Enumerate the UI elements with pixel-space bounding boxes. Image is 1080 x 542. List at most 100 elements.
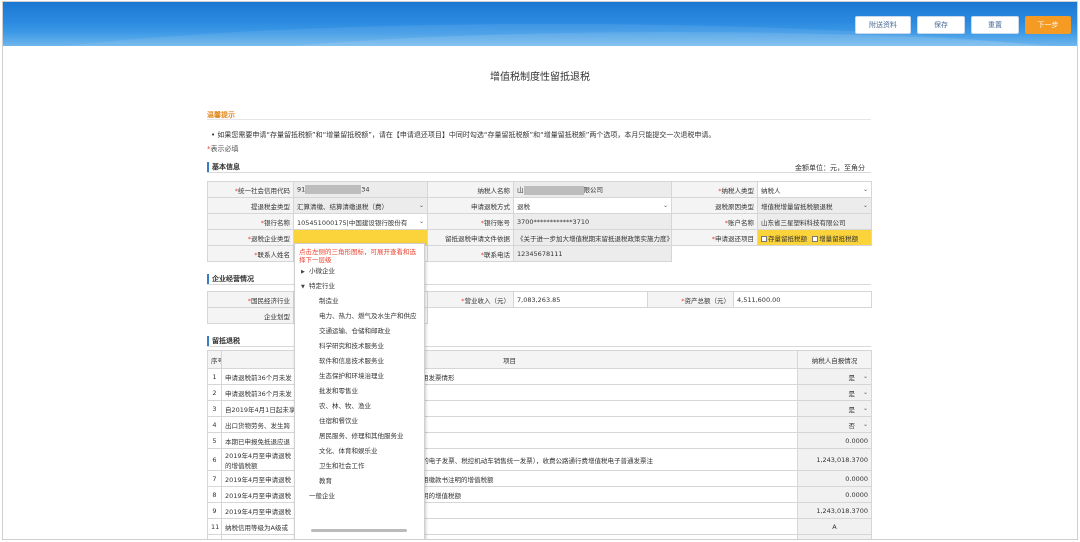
horizontal-scrollbar[interactable]	[311, 529, 407, 532]
row-self-value: 1,243,018.3700	[797, 448, 873, 471]
taxpayer-type-select[interactable]: 纳税人 ⌄	[757, 181, 872, 198]
dropdown-option-label: 软件和信息技术服务业	[319, 357, 384, 365]
dropdown-option[interactable]: 卫生和社会工作	[295, 459, 424, 474]
page-title: 增值税制度性留抵退税	[490, 72, 590, 83]
row-self-value: 0.0000	[797, 486, 873, 503]
revenue-label: *营业收入（元）	[427, 291, 514, 308]
row-no: 5	[207, 432, 222, 449]
save-button[interactable]: 保存	[917, 16, 965, 34]
empty-cell	[427, 307, 872, 324]
refund-method-label: 申请退税方式	[427, 197, 514, 214]
dropdown-option-label: 住宿和餐饮业	[319, 417, 358, 425]
dropdown-option[interactable]: 农、林、牧、渔业	[295, 399, 424, 414]
chevron-down-icon: ⌄	[863, 373, 869, 380]
dropdown-option[interactable]: 教育	[295, 474, 424, 489]
dropdown-option[interactable]: 软件和信息技术服务业	[295, 354, 424, 369]
dropdown-option[interactable]: ▼ 特定行业	[295, 279, 424, 294]
dropdown-option-label: 文化、体育和娱乐业	[319, 447, 378, 455]
row-item-left: 申请退税前36个月未发	[221, 384, 302, 401]
chevron-down-icon: ⌄	[418, 218, 424, 225]
header-banner: 附送资料 保存 重置 下一步	[3, 2, 1077, 46]
account-name-label: *账户名称	[671, 213, 758, 230]
refund-section-title: 留抵退税	[207, 336, 240, 346]
chevron-down-icon: ⌄	[862, 202, 868, 209]
row-no: 8	[207, 486, 222, 503]
reset-button[interactable]: 重置	[971, 16, 1019, 34]
row-item-left: 纳税信用等级为A级或	[221, 518, 302, 535]
chevron-down-icon: ⌄	[862, 186, 868, 193]
refund-reason-select[interactable]: 增值税增量留抵税额退税 ⌄	[757, 197, 872, 214]
dropdown-option[interactable]: 批发和零售业	[295, 384, 424, 399]
dropdown-option[interactable]: 制造业	[295, 294, 424, 309]
chevron-down-icon: ⌄	[863, 389, 869, 396]
doc-basis-label: 留抵退税申请文件依据	[427, 229, 514, 246]
stock-checkbox-label: 存量留抵税额	[768, 234, 807, 243]
row-item-left: 申请退税前36个月未发	[221, 368, 302, 385]
dropdown-option[interactable]: 一般企业	[295, 489, 424, 504]
row-self-select[interactable]: 否 ⌄	[797, 416, 873, 433]
row-self-select[interactable]: 是⌄	[797, 384, 873, 401]
dropdown-tree: ▶ 小微企业 ▼ 特定行业制造业电力、热力、燃气及水生产和供应交通运输、仓储和邮政业科…	[295, 264, 424, 504]
dropdown-option[interactable]: 交通运输、仓储和邮政业	[295, 324, 424, 339]
refund-method-select[interactable]: 退税 ⌄	[513, 197, 672, 214]
row-self-select[interactable]: 是⌄	[797, 400, 873, 417]
taxpayer-name-value: 山限公司	[513, 181, 672, 198]
attach-button[interactable]: 附送资料	[855, 16, 911, 34]
dropdown-option-label: 教育	[319, 477, 332, 485]
increment-checkbox-label: 增量留抵税额	[819, 234, 859, 243]
dropdown-option[interactable]: 电力、热力、燃气及水生产和供应	[295, 309, 424, 324]
dropdown-option-label: 制造业	[319, 297, 339, 305]
dropdown-option[interactable]: ▶ 小微企业	[295, 264, 424, 279]
bank-select[interactable]: 105451000175|中国建设银行股份有 ⌄	[293, 213, 428, 230]
row-self-select[interactable]: 是⌄	[797, 534, 873, 539]
dropdown-option[interactable]: 住宿和餐饮业	[295, 414, 424, 429]
contact-label: *联系人姓名	[207, 245, 294, 262]
account-label: *银行账号	[427, 213, 514, 230]
chevron-down-icon: ⌄	[418, 202, 424, 209]
revenue-value[interactable]: 7,083,263.85	[513, 291, 648, 308]
dropdown-option[interactable]: 生态保护和环境治理业	[295, 369, 424, 384]
dropdown-hint: 点击左侧的三角形图标，可展开查看和选择下一层级	[299, 248, 416, 264]
caret-down-icon[interactable]: ▼	[301, 280, 309, 295]
row-self-value: A	[797, 518, 873, 535]
caret-right-icon[interactable]: ▶	[301, 265, 309, 280]
enterprise-type-dropdown: 点击左侧的三角形图标，可展开查看和选择下一层级 ▶ 小微企业 ▼ 特定行业制造业电力、…	[294, 243, 425, 539]
row-self-select[interactable]: 是⌄	[797, 368, 873, 385]
refund-reason-label: 退税原因类型	[671, 197, 758, 214]
dropdown-option-label: 科学研究和技术服务业	[319, 342, 384, 350]
row-no: 2	[207, 384, 222, 401]
refund-type-label: 提退税金类型	[207, 197, 294, 214]
account-value: 3700************3710	[513, 213, 672, 230]
dropdown-option[interactable]: 居民服务、修理和其他服务业	[295, 429, 424, 444]
next-button[interactable]: 下一步	[1025, 16, 1071, 34]
row-no: 6	[207, 448, 222, 471]
dropdown-option-label: 电力、热力、燃气及水生产和供应	[319, 312, 417, 320]
row-no: 12	[207, 534, 222, 539]
dropdown-option-label: 卫生和社会工作	[319, 462, 365, 470]
stock-checkbox[interactable]	[761, 235, 767, 242]
credit-code-value: 91 34	[293, 181, 428, 198]
basic-info-title: 基本信息	[207, 162, 240, 172]
assets-label: *资产总额（元）	[647, 291, 734, 308]
chevron-down-icon: ⌄	[863, 421, 869, 428]
row-item-left: 纳税人申请办理留抵退税，应当符合留抵退税条件规，在申报期内，是否完成本期增值税纳…	[221, 534, 302, 539]
phone-label: *联系电话	[427, 245, 514, 262]
divider	[207, 172, 871, 173]
increment-checkbox[interactable]	[812, 235, 819, 242]
assets-value[interactable]: 4,511,600.00	[733, 291, 872, 308]
row-no: 3	[207, 400, 222, 417]
row-self-value: 0.0000	[797, 432, 873, 449]
dropdown-option-label: 农、林、牧、渔业	[319, 402, 371, 410]
row-item-left: 2019年4月至申请退税 的增值税额	[221, 448, 302, 471]
dropdown-option[interactable]: 科学研究和技术服务业	[295, 339, 424, 354]
refund-item-label: *申请退还项目	[671, 229, 758, 246]
row-item-left: 本期已申报免抵退应退	[221, 432, 302, 449]
dropdown-option[interactable]: 文化、体育和娱乐业	[295, 444, 424, 459]
row-item-left: 出口货物劳务、发生跨	[221, 416, 302, 433]
refund-type-select[interactable]: 汇算清缴、结算清缴退税（费） ⌄	[293, 197, 428, 214]
enterprise-type-label: *退税企业类型	[207, 229, 294, 246]
row-no: 11	[207, 518, 222, 535]
required-note: *表示必填	[207, 144, 239, 154]
credit-code-label: *统一社会信用代码	[207, 181, 294, 198]
dropdown-option-label: 一般企业	[309, 492, 335, 500]
